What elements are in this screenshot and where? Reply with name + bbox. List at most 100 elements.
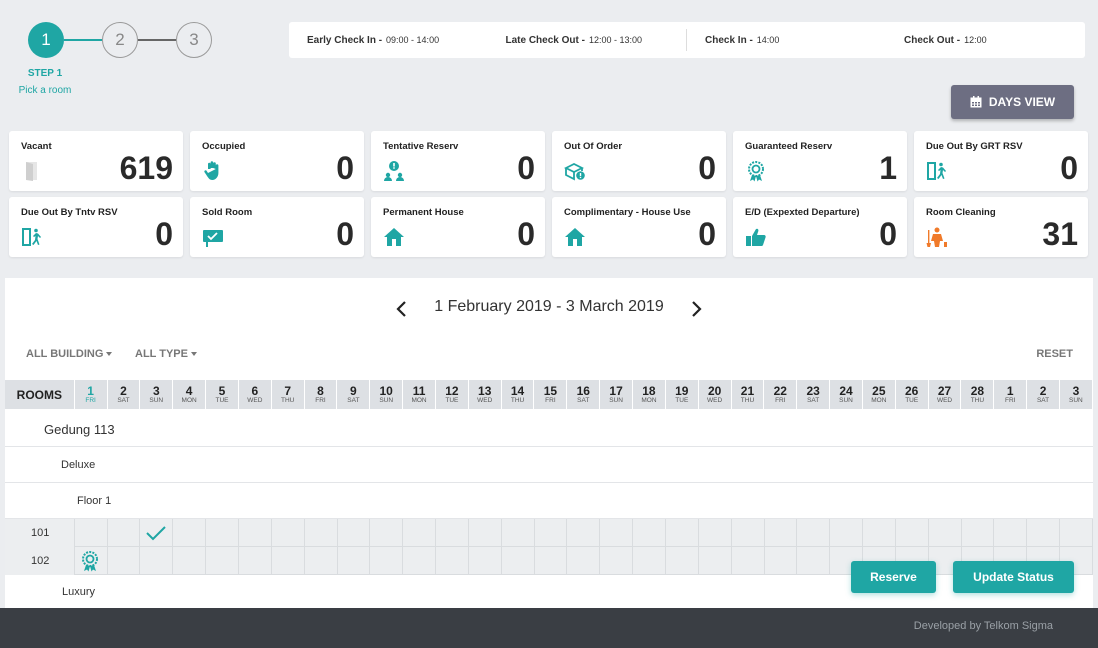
- day-cell[interactable]: [797, 547, 831, 575]
- day-cell[interactable]: [468, 519, 502, 547]
- day-cell[interactable]: [863, 519, 896, 547]
- day-header: 24 SUN: [830, 380, 863, 409]
- day-cell[interactable]: [731, 547, 765, 575]
- stat-card-due-out-grt-rsv[interactable]: Due Out By GRT RSV 0: [914, 131, 1088, 191]
- room-row[interactable]: 101: [5, 519, 1093, 547]
- step-2[interactable]: 2: [102, 22, 138, 58]
- stat-card-room-cleaning[interactable]: Room Cleaning 31: [914, 197, 1088, 257]
- day-cell[interactable]: [370, 547, 404, 575]
- chevron-right-icon[interactable]: [687, 298, 705, 320]
- day-cell[interactable]: [337, 519, 371, 547]
- day-cell[interactable]: [173, 547, 207, 575]
- stat-card-due-out-tntv-rsv[interactable]: Due Out By Tntv RSV 0: [9, 197, 183, 257]
- room-type-row[interactable]: Deluxe: [5, 447, 1093, 483]
- day-cell[interactable]: [337, 547, 371, 575]
- day-cell[interactable]: [206, 547, 240, 575]
- stat-card-out-of-order[interactable]: Out Of Order 0: [552, 131, 726, 191]
- stat-card-complimentary-house-use[interactable]: Complimentary - House Use 0: [552, 197, 726, 257]
- day-cell[interactable]: [928, 519, 962, 547]
- day-cell[interactable]: [271, 547, 305, 575]
- day-weekday: SUN: [839, 396, 853, 404]
- day-cell[interactable]: [107, 547, 141, 575]
- day-cell[interactable]: [403, 547, 437, 575]
- room-type-name: Deluxe: [61, 459, 96, 471]
- reset-button[interactable]: RESET: [1036, 348, 1073, 360]
- day-cell[interactable]: [633, 519, 666, 547]
- day-cell[interactable]: [239, 547, 272, 575]
- day-weekday: MON: [181, 396, 197, 404]
- day-cell[interactable]: [501, 519, 535, 547]
- day-cell[interactable]: [961, 519, 995, 547]
- day-cell[interactable]: [994, 519, 1028, 547]
- reserve-button[interactable]: Reserve: [851, 561, 936, 593]
- building-name: Gedung 113: [44, 422, 115, 437]
- stat-card-sold-room[interactable]: Sold Room 0: [190, 197, 364, 257]
- day-cell[interactable]: [74, 519, 108, 547]
- day-cell[interactable]: [764, 547, 798, 575]
- day-cell[interactable]: [633, 547, 666, 575]
- day-cell[interactable]: [173, 519, 207, 547]
- day-cell[interactable]: [567, 547, 601, 575]
- day-weekday: THU: [510, 396, 525, 404]
- stat-label: Occupied: [202, 141, 246, 152]
- day-cell[interactable]: [140, 519, 174, 547]
- stat-value: 31: [1042, 216, 1078, 252]
- day-cell[interactable]: [1060, 519, 1093, 547]
- update-status-button[interactable]: Update Status: [953, 561, 1074, 593]
- stat-card-occupied[interactable]: Occupied 0: [190, 131, 364, 191]
- day-cell[interactable]: [764, 519, 798, 547]
- step-3[interactable]: 3: [176, 22, 212, 58]
- day-cell[interactable]: [436, 519, 469, 547]
- day-cell[interactable]: [698, 519, 732, 547]
- day-cell[interactable]: [731, 519, 765, 547]
- day-cell[interactable]: [698, 547, 732, 575]
- day-weekday: WED: [477, 396, 493, 404]
- user-alert-icon: [384, 161, 404, 181]
- day-number: 4: [185, 383, 193, 398]
- day-cell[interactable]: [501, 547, 535, 575]
- day-cell[interactable]: [895, 519, 929, 547]
- day-cell[interactable]: [239, 519, 272, 547]
- stat-card-tentative-reserv[interactable]: Tentative Reserv 0: [371, 131, 545, 191]
- day-cell[interactable]: [534, 519, 568, 547]
- stat-label: E/D (Expexted Departure): [745, 207, 860, 218]
- day-weekday: MON: [641, 396, 657, 404]
- filter-building[interactable]: ALL BUILDING: [26, 348, 113, 360]
- day-cell[interactable]: [107, 519, 141, 547]
- day-number: 3: [1072, 383, 1080, 398]
- day-cell[interactable]: [304, 519, 338, 547]
- day-cell[interactable]: [468, 547, 502, 575]
- floor-row[interactable]: Floor 1: [5, 483, 1093, 519]
- day-weekday: FRI: [1004, 396, 1016, 404]
- stat-card-guaranteed-reserv[interactable]: Guaranteed Reserv 1: [733, 131, 907, 191]
- house-icon: [565, 228, 585, 246]
- day-cell[interactable]: [600, 519, 634, 547]
- step-1[interactable]: 1: [28, 22, 64, 58]
- day-cell[interactable]: [74, 547, 108, 575]
- day-cell[interactable]: [534, 547, 568, 575]
- stat-card-expected-departure[interactable]: E/D (Expexted Departure) 0: [733, 197, 907, 257]
- day-cell[interactable]: [600, 547, 634, 575]
- day-cell[interactable]: [567, 519, 601, 547]
- day-cell[interactable]: [304, 547, 338, 575]
- stat-card-permanent-house[interactable]: Permanent House 0: [371, 197, 545, 257]
- day-number: 9: [350, 383, 357, 398]
- day-cell[interactable]: [665, 519, 699, 547]
- day-cell[interactable]: [140, 547, 174, 575]
- day-cell[interactable]: [1027, 519, 1061, 547]
- stat-card-vacant[interactable]: Vacant 619: [9, 131, 183, 191]
- building-row[interactable]: Gedung 113: [5, 411, 1093, 447]
- days-view-button[interactable]: DAYS VIEW: [951, 85, 1074, 119]
- day-cell[interactable]: [436, 547, 469, 575]
- date-range-title: 1 February 2019 - 3 March 2019: [434, 298, 664, 315]
- stat-label: Due Out By GRT RSV: [926, 141, 1023, 152]
- day-cell[interactable]: [403, 519, 437, 547]
- day-cell[interactable]: [271, 519, 305, 547]
- checkin-times-bar: Early Check In -09:00 - 14:00 Late Check…: [289, 22, 1085, 58]
- day-cell[interactable]: [665, 547, 699, 575]
- day-cell[interactable]: [370, 519, 404, 547]
- filter-type[interactable]: ALL TYPE: [135, 348, 197, 360]
- day-cell[interactable]: [830, 519, 864, 547]
- day-cell[interactable]: [797, 519, 831, 547]
- day-cell[interactable]: [206, 519, 240, 547]
